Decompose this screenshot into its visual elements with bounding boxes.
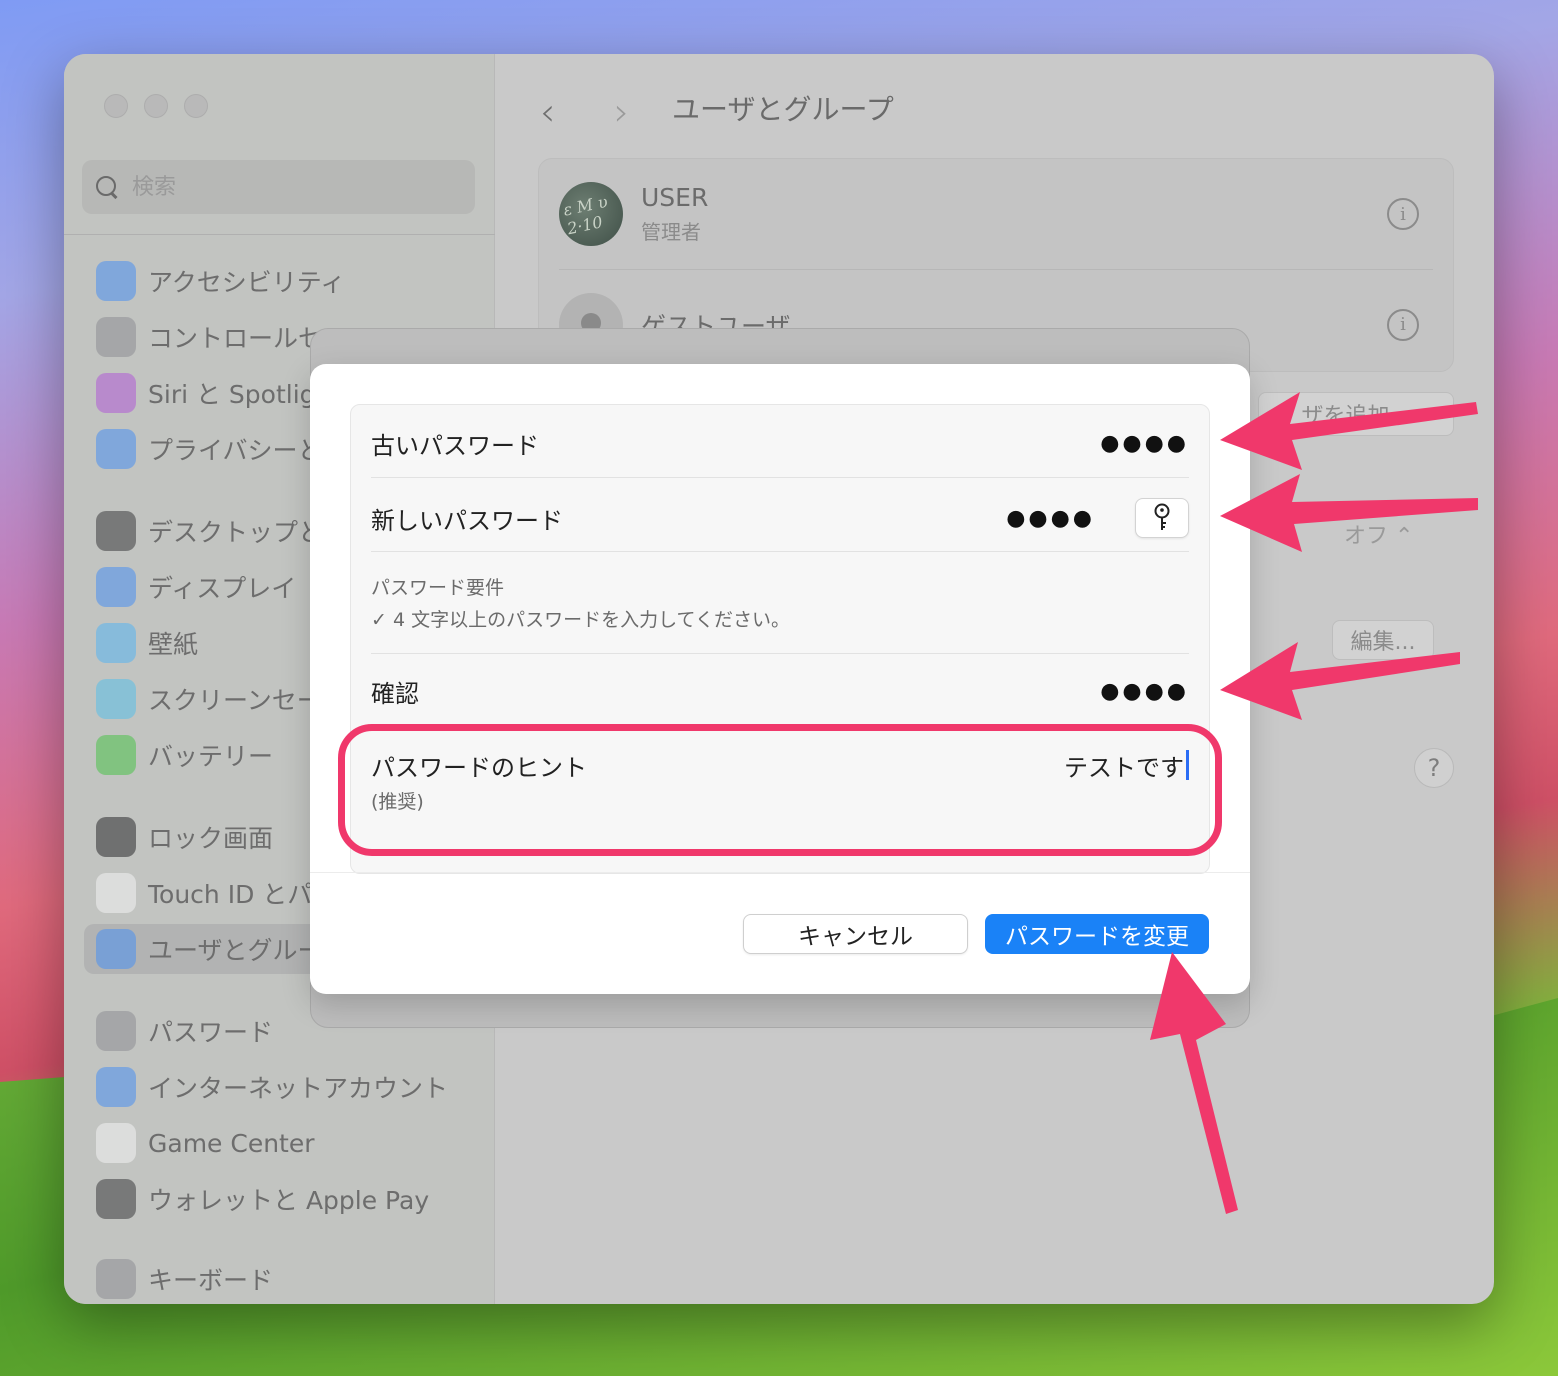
flower-icon bbox=[96, 623, 136, 663]
sidebar-item-label: ディスプレイ bbox=[148, 574, 297, 603]
new-password-row: 新しいパスワード ●●●● bbox=[371, 493, 1189, 543]
sidebar-item-label: ユーザとグルー bbox=[148, 936, 323, 965]
avatar: ε M υ 2·10 bbox=[559, 182, 623, 246]
wallet-icon bbox=[96, 1179, 136, 1219]
desktop-icon bbox=[96, 511, 136, 551]
sun-icon bbox=[96, 567, 136, 607]
siri-icon bbox=[96, 373, 136, 413]
users-icon bbox=[96, 929, 136, 969]
hint-sublabel: (推奨) bbox=[371, 791, 424, 813]
minimize-button[interactable] bbox=[144, 94, 168, 118]
zoom-button[interactable] bbox=[184, 94, 208, 118]
change-password-button[interactable]: パスワードを変更 bbox=[985, 914, 1209, 954]
toggle-value[interactable]: オフ ⌃ bbox=[1344, 518, 1413, 550]
sidebar-item-label: プライバシーと bbox=[148, 436, 323, 465]
user-role: 管理者 bbox=[641, 220, 701, 244]
game-center-icon bbox=[96, 1123, 136, 1163]
sidebar-item[interactable]: ウォレットと Apple Pay bbox=[84, 1174, 479, 1224]
old-password-row: 古いパスワード ●●●● bbox=[371, 423, 1189, 463]
sidebar-item-label: ウォレットと Apple Pay bbox=[148, 1186, 430, 1215]
sidebar-item-label: デスクトップと bbox=[148, 518, 324, 547]
sidebar-divider bbox=[64, 234, 495, 235]
verify-row: 確認 ●●●● bbox=[371, 671, 1189, 711]
hand-icon bbox=[96, 429, 136, 469]
hint-row: パスワードのヒント bbox=[371, 745, 1189, 785]
text-cursor bbox=[1186, 750, 1189, 780]
info-icon[interactable]: i bbox=[1387, 198, 1419, 230]
sidebar-item-label: スクリーンセー bbox=[148, 686, 322, 715]
search-icon bbox=[96, 176, 118, 198]
hint-input[interactable] bbox=[944, 751, 1184, 779]
battery-icon bbox=[96, 735, 136, 775]
at-icon bbox=[96, 1067, 136, 1107]
old-password-label: 古いパスワード bbox=[371, 431, 539, 460]
sidebar-item-label: パスワード bbox=[148, 1018, 274, 1047]
key-icon bbox=[1154, 503, 1170, 530]
user-row[interactable]: ε M υ 2·10 USER 管理者 i bbox=[559, 159, 1433, 269]
new-password-label: 新しいパスワード bbox=[371, 506, 563, 535]
user-name: USER bbox=[641, 183, 709, 212]
divider bbox=[371, 653, 1189, 654]
requirement-item: ✓ 4 文字以上のパスワードを入力してください。 bbox=[371, 609, 790, 631]
verify-label: 確認 bbox=[371, 679, 419, 708]
forward-chevron-icon[interactable]: › bbox=[614, 90, 629, 134]
change-password-dialog: 古いパスワード ●●●● 新しいパスワード ●●●● パスワード要件 ✓ 4 文… bbox=[310, 364, 1250, 994]
window-controls bbox=[104, 94, 208, 118]
accessibility-icon bbox=[96, 261, 136, 301]
sidebar-item-label: Game Center bbox=[148, 1128, 315, 1158]
new-password-field[interactable]: ●●●● bbox=[1006, 506, 1095, 531]
help-button[interactable]: ? bbox=[1414, 748, 1454, 788]
requirements-title: パスワード要件 bbox=[371, 577, 505, 599]
close-button[interactable] bbox=[104, 94, 128, 118]
keyboard-icon bbox=[96, 1259, 136, 1299]
sidebar-item-label: Touch ID とパ bbox=[148, 880, 313, 909]
info-icon[interactable]: i bbox=[1387, 308, 1419, 341]
password-assistant-button[interactable] bbox=[1135, 498, 1189, 538]
password-form: 古いパスワード ●●●● 新しいパスワード ●●●● パスワード要件 ✓ 4 文… bbox=[350, 404, 1210, 874]
search-field[interactable] bbox=[82, 160, 475, 214]
sidebar-item[interactable]: キーボード bbox=[84, 1254, 479, 1304]
cancel-button[interactable]: キャンセル bbox=[743, 914, 968, 954]
sidebar-item-label: ロック画面 bbox=[148, 824, 274, 853]
add-user-button[interactable]: ザを追加... bbox=[1258, 392, 1454, 436]
sidebar-item-label: キーボード bbox=[148, 1266, 274, 1295]
sidebar-item-label: バッテリー bbox=[148, 742, 274, 771]
fingerprint-icon bbox=[96, 873, 136, 913]
old-password-field[interactable]: ●●●● bbox=[1100, 431, 1189, 456]
sidebar-item-label: インターネットアカウント bbox=[148, 1074, 449, 1103]
sidebar-item-label: Siri と Spotligh bbox=[148, 380, 332, 409]
sidebar-item[interactable]: インターネットアカウント bbox=[84, 1062, 479, 1112]
sidebar-item[interactable]: Game Center bbox=[84, 1118, 479, 1168]
verify-field[interactable]: ●●●● bbox=[1100, 679, 1189, 704]
divider bbox=[371, 729, 1189, 730]
lock-icon bbox=[96, 817, 136, 857]
search-input[interactable] bbox=[132, 174, 432, 200]
sidebar-item-label: アクセシビリティ bbox=[148, 268, 346, 297]
dialog-divider bbox=[310, 872, 1250, 873]
sidebar-item-label: 壁紙 bbox=[148, 630, 199, 659]
sidebar-item[interactable]: アクセシビリティ bbox=[84, 256, 479, 306]
hint-field-wrap bbox=[944, 750, 1189, 780]
divider bbox=[371, 551, 1189, 552]
hint-label: パスワードのヒント bbox=[371, 753, 587, 782]
screensaver-icon bbox=[96, 679, 136, 719]
control-center-icon bbox=[96, 317, 136, 357]
edit-button[interactable]: 編集... bbox=[1332, 620, 1434, 660]
key-icon bbox=[96, 1011, 136, 1051]
divider bbox=[371, 477, 1189, 478]
sidebar-item-label: コントロールセ bbox=[148, 324, 324, 353]
page-title: ユーザとグループ bbox=[672, 93, 894, 126]
back-chevron-icon[interactable]: ‹ bbox=[540, 90, 555, 134]
